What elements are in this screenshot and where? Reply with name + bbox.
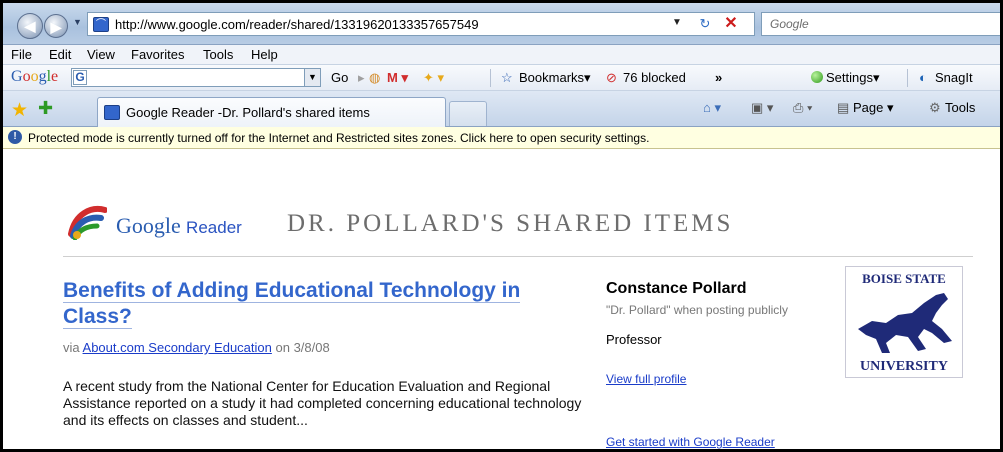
menu-bar: File Edit View Favorites Tools Help xyxy=(3,45,1000,65)
forward-arrow-icon: ▶ xyxy=(50,19,62,35)
google-search-input[interactable]: G ▼ xyxy=(71,68,321,87)
search-dropdown-icon[interactable]: ▼ xyxy=(304,69,320,86)
more-chevron-icon[interactable]: » xyxy=(715,70,722,85)
post-meta: via About.com Secondary Education on 3/8… xyxy=(63,340,330,355)
toolbar-separator xyxy=(490,69,491,87)
pagerank-icon[interactable]: ◍ xyxy=(369,70,380,86)
address-bar-row: ◀ ▶ ▼ ⌒ http://www.google.com/reader/sha… xyxy=(3,3,1000,45)
bsu-logo-top-text: BOISE STATE xyxy=(862,271,946,286)
popup-blocked-count[interactable]: 76 blocked xyxy=(623,70,686,85)
settings-button[interactable]: Settings▾ xyxy=(811,70,880,86)
page-content: Google Reader DR. POLLARD'S SHARED ITEMS… xyxy=(3,150,1000,449)
home-icon[interactable]: ⌂ ▾ xyxy=(703,100,721,116)
snagit-icon: ◐ xyxy=(919,70,927,85)
tab-google-reader[interactable]: Google Reader -Dr. Pollard's shared item… xyxy=(97,97,446,127)
favorites-star-icon[interactable]: ★ xyxy=(11,99,28,122)
recent-pages-dropdown[interactable]: ▼ xyxy=(73,17,82,27)
bronco-horse-icon xyxy=(858,293,952,353)
menu-view[interactable]: View xyxy=(87,47,115,62)
post-date: on 3/8/08 xyxy=(275,340,330,355)
google-g-icon: G xyxy=(73,70,87,85)
address-input[interactable]: ⌒ http://www.google.com/reader/shared/13… xyxy=(87,12,755,36)
menu-favorites[interactable]: Favorites xyxy=(131,47,184,62)
logo-google-word: Google xyxy=(116,213,181,238)
profile-alias: "Dr. Pollard" when posting publicly xyxy=(606,303,788,317)
back-arrow-icon: ◀ xyxy=(24,18,36,34)
view-profile-link[interactable]: View full profile xyxy=(606,372,686,386)
url-text: http://www.google.com/reader/shared/1331… xyxy=(115,17,479,32)
toolbar-separator xyxy=(907,69,908,87)
menu-help[interactable]: Help xyxy=(251,47,278,62)
refresh-icon[interactable]: ↻ xyxy=(694,14,716,34)
menu-edit[interactable]: Edit xyxy=(49,47,71,62)
shield-warning-icon: ! xyxy=(8,130,22,144)
popup-blocker-icon: ⊘ xyxy=(606,70,617,85)
post-title-text: Benefits of Adding Educational Technolog… xyxy=(63,279,521,329)
bookmarklet-icon[interactable]: ✦ ▾ xyxy=(423,70,444,86)
go-arrow-icon: ▸ xyxy=(358,70,365,85)
tab-title: Google Reader -Dr. Pollard's shared item… xyxy=(126,105,370,120)
forward-button[interactable]: ▶ xyxy=(44,14,68,38)
menu-file[interactable]: File xyxy=(11,47,32,62)
snagit-button[interactable]: SnagIt xyxy=(935,70,973,85)
back-button[interactable]: ◀ xyxy=(17,13,43,39)
google-reader-logo-icon xyxy=(68,206,107,240)
gmail-icon[interactable]: M ▾ xyxy=(387,70,408,86)
bookmarks-star-icon: ☆ xyxy=(501,70,513,85)
search-input[interactable]: Google xyxy=(761,12,1000,36)
menu-tools[interactable]: Tools xyxy=(203,47,233,62)
address-dropdown-icon[interactable]: ▼ xyxy=(672,17,682,28)
search-placeholder: Google xyxy=(770,17,809,31)
post-snippet: A recent study from the National Center … xyxy=(63,378,582,428)
browser-window: ◀ ▶ ▼ ⌒ http://www.google.com/reader/sha… xyxy=(0,0,1003,452)
rss-favicon-icon xyxy=(104,105,120,120)
page-menu[interactable]: Page ▾ xyxy=(853,100,894,116)
stop-icon[interactable]: ✕ xyxy=(720,14,742,34)
via-label: via xyxy=(63,340,80,355)
new-tab-button[interactable] xyxy=(449,101,487,126)
logo-reader-word: Reader xyxy=(186,218,242,237)
information-bar[interactable]: ! Protected mode is currently turned off… xyxy=(3,127,1000,149)
add-favorite-icon[interactable]: ✚ xyxy=(38,98,53,119)
settings-label: Settings▾ xyxy=(826,70,880,85)
feeds-icon[interactable]: ▣ ▾ xyxy=(751,100,773,116)
google-reader-logo[interactable]: Google Reader xyxy=(116,213,242,239)
gear-icon: ⚙ xyxy=(929,100,941,115)
go-button[interactable]: Go xyxy=(331,70,348,85)
print-icon[interactable]: ⎙ ▾ xyxy=(793,100,812,116)
tools-menu[interactable]: Tools xyxy=(945,100,975,115)
title-divider xyxy=(63,256,973,257)
tab-bar: ★ ✚ Google Reader -Dr. Pollard's shared … xyxy=(3,91,1000,127)
profile-name: Constance Pollard xyxy=(606,280,747,297)
google-toolbar: Google G ▼ Go ▸ ◍ M ▾ ✦ ▾ ☆ Bookmarks▾ ⊘… xyxy=(3,65,1000,91)
profile-role: Professor xyxy=(606,332,662,347)
boise-state-logo: BOISE STATE UNIVERSITY xyxy=(845,266,963,378)
bsu-logo-bottom-text: UNIVERSITY xyxy=(860,359,948,374)
settings-dot-icon xyxy=(811,71,823,83)
rss-favicon-icon: ⌒ xyxy=(93,17,109,32)
get-started-link[interactable]: Get started with Google Reader xyxy=(606,435,775,449)
page-title: DR. POLLARD'S SHARED ITEMS xyxy=(287,210,734,237)
bookmarks-button[interactable]: Bookmarks▾ xyxy=(519,70,591,86)
post-title-link[interactable]: Benefits of Adding Educational Technolog… xyxy=(63,278,593,330)
info-bar-text: Protected mode is currently turned off f… xyxy=(28,131,650,145)
source-link[interactable]: About.com Secondary Education xyxy=(83,340,272,355)
page-icon: ▤ xyxy=(837,100,850,115)
google-toolbar-logo: Google xyxy=(11,68,59,85)
